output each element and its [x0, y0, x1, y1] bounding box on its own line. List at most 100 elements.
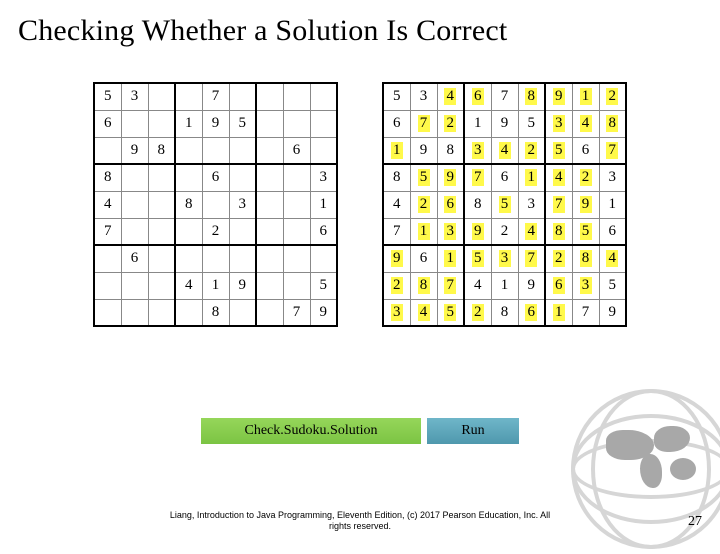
sudoku-grids-container: 5376195986863483172664195879 53467891267…: [0, 82, 720, 327]
sudoku-cell-value: 9: [129, 142, 141, 159]
sudoku-cell: 6: [491, 164, 518, 191]
sudoku-cell: [310, 137, 337, 164]
sudoku-cell-value: 3: [472, 142, 484, 159]
sudoku-cell-value: 5: [580, 223, 592, 240]
sudoku-puzzle-grid: 5376195986863483172664195879: [93, 82, 338, 327]
sudoku-cell: 8: [491, 299, 518, 326]
footer-citation: Liang, Introduction to Java Programming,…: [0, 510, 720, 532]
sudoku-cell: [148, 164, 175, 191]
sudoku-cell: [283, 191, 310, 218]
sudoku-cell-value: 3: [236, 196, 248, 213]
sudoku-cell-value: 9: [210, 115, 222, 132]
sudoku-cell: 4: [464, 272, 491, 299]
sudoku-cell: 3: [491, 245, 518, 272]
sudoku-cell: 9: [383, 245, 410, 272]
sudoku-cell: 7: [545, 191, 572, 218]
sudoku-cell: 9: [202, 110, 229, 137]
sudoku-cell-value: 3: [317, 169, 329, 186]
sudoku-cell: [148, 191, 175, 218]
sudoku-cell-value: 6: [499, 169, 511, 186]
sudoku-cell: 5: [572, 218, 599, 245]
sudoku-cell-value: 1: [418, 223, 430, 240]
sudoku-cell: 9: [310, 299, 337, 326]
sudoku-cell: 9: [599, 299, 626, 326]
sudoku-cell-value: 4: [102, 196, 114, 213]
sudoku-cell-value: 3: [553, 115, 565, 132]
sudoku-cell: [283, 272, 310, 299]
sudoku-cell-value: 3: [444, 223, 456, 240]
sudoku-cell: [256, 245, 283, 272]
sudoku-solution-grid: 5346789126721953481983425678597614234268…: [382, 82, 627, 327]
sudoku-cell: 5: [545, 137, 572, 164]
sudoku-cell: [121, 218, 148, 245]
page-number: 27: [688, 514, 702, 530]
sudoku-cell-value: 7: [210, 88, 222, 105]
sudoku-cell: 1: [572, 83, 599, 110]
sudoku-cell-value: 2: [444, 115, 456, 132]
sudoku-cell-value: 9: [418, 142, 430, 159]
sudoku-cell-value: 5: [472, 250, 484, 267]
run-button[interactable]: Run: [427, 418, 519, 444]
sudoku-cell: [94, 245, 121, 272]
sudoku-cell: 5: [383, 83, 410, 110]
sudoku-cell: 5: [410, 164, 437, 191]
sudoku-cell: 1: [310, 191, 337, 218]
sudoku-cell: [94, 299, 121, 326]
sudoku-cell: [256, 110, 283, 137]
sudoku-cell: [148, 272, 175, 299]
sudoku-cell: [256, 218, 283, 245]
sudoku-cell: 8: [437, 137, 464, 164]
sudoku-cell: 1: [175, 110, 202, 137]
sudoku-cell-value: 1: [525, 169, 537, 186]
sudoku-cell: [121, 299, 148, 326]
button-row: Check.Sudoku.Solution Run: [0, 418, 720, 444]
sudoku-cell: 2: [202, 218, 229, 245]
sudoku-cell: [283, 164, 310, 191]
sudoku-cell: 7: [464, 164, 491, 191]
sudoku-cell: 1: [383, 137, 410, 164]
sudoku-cell-value: 7: [102, 223, 114, 240]
sudoku-cell: 8: [545, 218, 572, 245]
sudoku-cell: [148, 83, 175, 110]
sudoku-cell: 3: [410, 83, 437, 110]
sudoku-cell: 8: [410, 272, 437, 299]
sudoku-cell: 9: [545, 83, 572, 110]
sudoku-cell-value: 2: [210, 223, 222, 240]
sudoku-cell-value: 8: [391, 169, 403, 186]
sudoku-cell: [175, 83, 202, 110]
sudoku-cell: [175, 164, 202, 191]
sudoku-cell-value: 2: [580, 169, 592, 186]
sudoku-cell-value: 8: [606, 115, 618, 132]
sudoku-cell-value: 5: [499, 196, 511, 213]
sudoku-cell: 3: [572, 272, 599, 299]
sudoku-cell-value: 5: [553, 142, 565, 159]
sudoku-cell-value: 1: [317, 196, 329, 213]
sudoku-cell-value: 4: [391, 196, 403, 213]
sudoku-cell-value: 5: [236, 115, 248, 132]
sudoku-cell: 2: [464, 299, 491, 326]
sudoku-cell-value: 4: [183, 277, 195, 294]
sudoku-cell: [283, 245, 310, 272]
sudoku-cell-value: 7: [606, 142, 618, 159]
check-sudoku-solution-button[interactable]: Check.Sudoku.Solution: [201, 418, 421, 444]
sudoku-cell: [175, 137, 202, 164]
sudoku-cell-value: 2: [499, 223, 511, 240]
sudoku-cell: 1: [202, 272, 229, 299]
sudoku-cell: 9: [491, 110, 518, 137]
sudoku-cell-value: 2: [553, 250, 565, 267]
sudoku-cell-value: 1: [444, 250, 456, 267]
sudoku-cell: 7: [599, 137, 626, 164]
sudoku-cell-value: 9: [580, 196, 592, 213]
sudoku-cell: 8: [464, 191, 491, 218]
sudoku-cell-value: 8: [553, 223, 565, 240]
sudoku-cell-value: 3: [606, 169, 618, 186]
sudoku-cell: 8: [148, 137, 175, 164]
sudoku-cell-value: 4: [553, 169, 565, 186]
sudoku-cell-value: 5: [102, 88, 114, 105]
sudoku-cell: [148, 299, 175, 326]
sudoku-cell-value: 4: [499, 142, 511, 159]
sudoku-cell-value: 9: [553, 88, 565, 105]
sudoku-cell-value: 8: [183, 196, 195, 213]
sudoku-cell-value: 6: [391, 115, 403, 132]
sudoku-cell-value: 6: [317, 223, 329, 240]
